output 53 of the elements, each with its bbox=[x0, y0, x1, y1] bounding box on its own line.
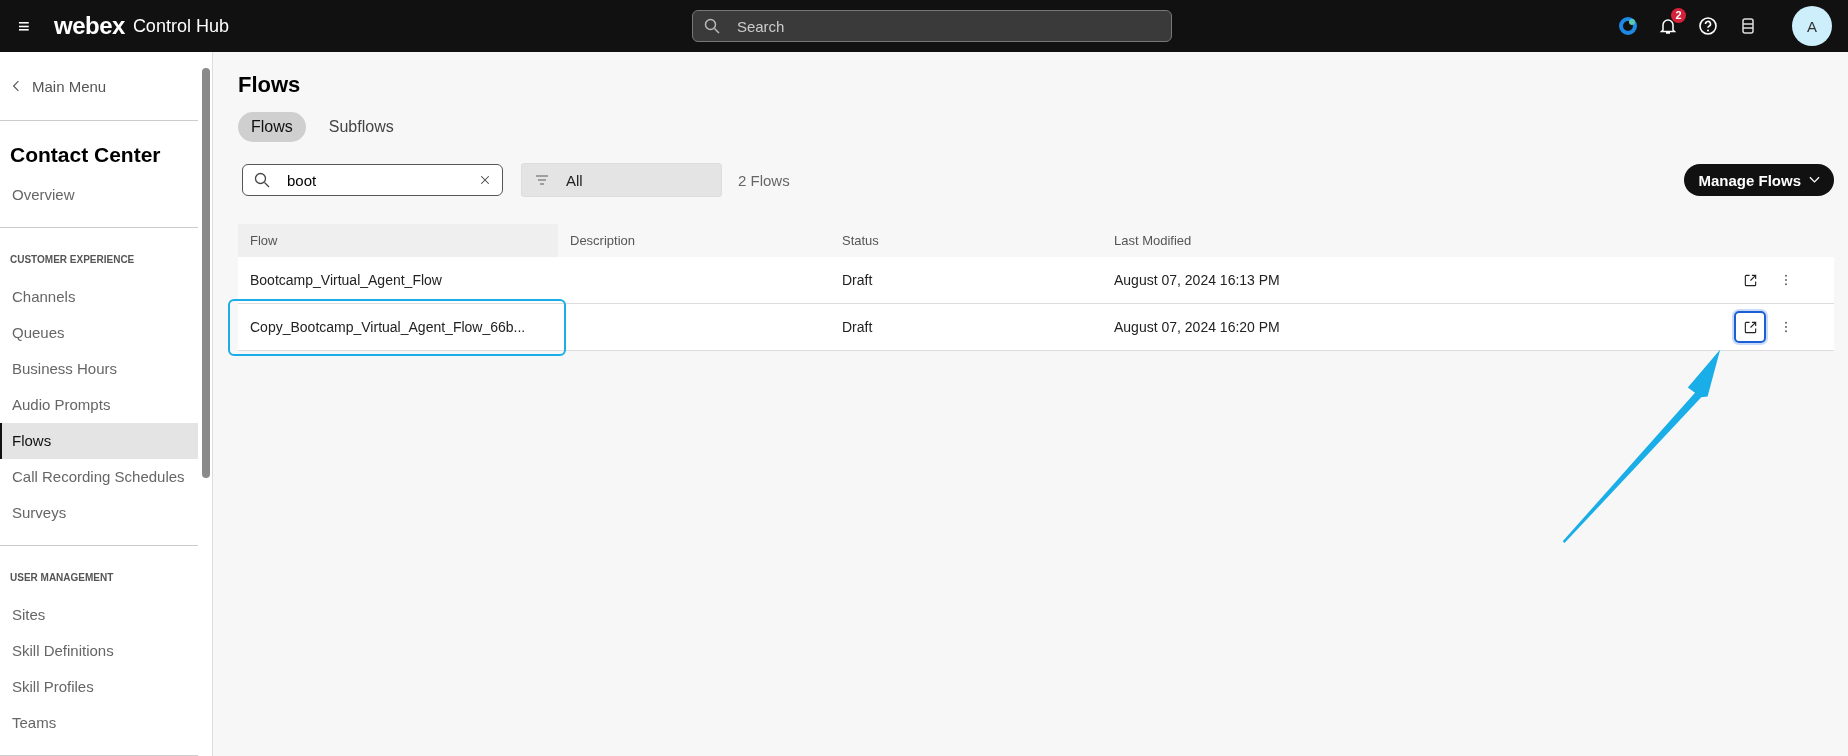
tab[interactable]: Flows bbox=[238, 112, 306, 142]
sidebar-item[interactable]: Business Hours bbox=[0, 351, 198, 387]
more-options-icon[interactable] bbox=[1784, 321, 1788, 333]
filter-icon bbox=[534, 172, 550, 188]
sidebar-item[interactable]: Call Recording Schedules bbox=[0, 459, 198, 495]
product-name: Control Hub bbox=[132, 15, 229, 37]
sidebar-item[interactable]: Queues bbox=[0, 315, 198, 351]
column-header: Flow bbox=[238, 224, 558, 257]
open-external-button[interactable] bbox=[1734, 311, 1766, 343]
brand-logo: webex bbox=[54, 12, 125, 40]
more-options-icon[interactable] bbox=[1784, 274, 1788, 286]
notification-badge: 2 bbox=[1671, 8, 1686, 23]
app-logo-icon[interactable] bbox=[1618, 16, 1638, 36]
sidebar-item[interactable]: Teams bbox=[0, 705, 198, 741]
tab[interactable]: Subflows bbox=[315, 112, 407, 142]
sidebar-item[interactable]: Overview bbox=[0, 177, 198, 213]
sidebar-item[interactable]: Channels bbox=[0, 279, 198, 315]
sidebar-item[interactable]: Skill Definitions bbox=[0, 633, 198, 669]
filter-dropdown[interactable]: All bbox=[521, 163, 722, 197]
section-heading: CUSTOMER EXPERIENCE bbox=[9, 253, 136, 267]
search-field[interactable]: boot bbox=[242, 164, 503, 196]
table-cell: Draft bbox=[842, 272, 873, 288]
menu-icon[interactable]: ≡ bbox=[18, 14, 48, 38]
help-icon[interactable] bbox=[1698, 16, 1718, 36]
search-field[interactable]: Search bbox=[691, 10, 1172, 42]
sidebar-item[interactable]: Audio Prompts bbox=[0, 387, 198, 423]
sidebar-title: Contact Center bbox=[9, 142, 162, 168]
page-title: Flows bbox=[238, 72, 302, 98]
table-cell: August 07, 2024 16:13 PM bbox=[1114, 272, 1280, 288]
section-heading: USER MANAGEMENT bbox=[9, 571, 115, 585]
search-icon bbox=[254, 172, 270, 188]
table-cell: Draft bbox=[842, 319, 873, 335]
manage-flows-button[interactable]: Manage Flows bbox=[1684, 164, 1834, 196]
caret-icon bbox=[1809, 176, 1820, 184]
column-header: Last Modified bbox=[1113, 232, 1193, 250]
open-external-icon bbox=[1742, 319, 1758, 335]
table-cell: August 07, 2024 16:20 PM bbox=[1114, 319, 1280, 335]
column-header: Status bbox=[841, 232, 880, 250]
table-cell[interactable]: Bootcamp_Virtual_Agent_Flow bbox=[250, 272, 442, 288]
sidebar-item[interactable]: Flows bbox=[0, 423, 198, 459]
sidebar-item[interactable]: Sites bbox=[0, 597, 198, 633]
clear-icon[interactable] bbox=[479, 174, 491, 186]
open-external-icon bbox=[1742, 272, 1758, 288]
main-menu-link[interactable]: Main Menu bbox=[0, 52, 198, 121]
search-icon bbox=[703, 18, 720, 34]
user-avatar[interactable]: A bbox=[1792, 6, 1832, 46]
chevron-left-icon bbox=[12, 79, 20, 93]
table-cell[interactable]: Copy_Bootcamp_Virtual_Agent_Flow_66b... bbox=[250, 319, 526, 335]
sidebar-item[interactable]: Surveys bbox=[0, 495, 198, 531]
column-header: Description bbox=[569, 232, 637, 250]
sidebar-item[interactable]: Skill Profiles bbox=[0, 669, 198, 705]
flow-count: 2 Flows bbox=[738, 171, 790, 189]
bell-icon[interactable] bbox=[1658, 16, 1678, 36]
